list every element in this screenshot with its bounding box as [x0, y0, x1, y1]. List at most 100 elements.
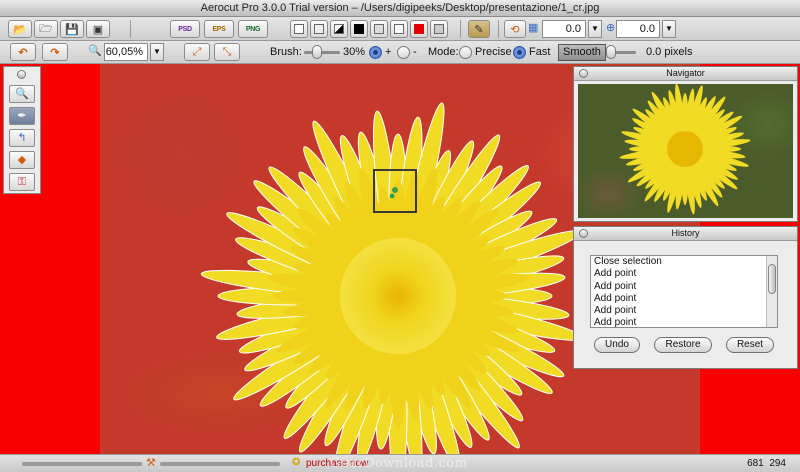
save-as-button[interactable]: ▣	[86, 20, 110, 38]
silver-bg-icon	[434, 24, 444, 34]
chevron-down-icon: ▼	[591, 24, 599, 33]
save-as-icon: ▣	[92, 23, 104, 36]
tools-close-icon[interactable]	[17, 70, 26, 79]
white-bg-icon	[294, 24, 304, 34]
chevron-down-icon: ▼	[153, 47, 161, 56]
adjust-icon: ⊕	[606, 22, 616, 34]
background-red-button[interactable]	[410, 20, 428, 38]
history-item[interactable]: Add point	[591, 305, 777, 317]
background-black-button[interactable]	[350, 20, 368, 38]
coord-x: 681	[747, 458, 764, 469]
brush-minus-label: -	[413, 46, 417, 58]
navigator-panel: Navigator	[573, 66, 798, 222]
app-window: Aerocut Pro 3.0.0 Trial version – /Users…	[0, 0, 800, 472]
lasso-tool[interactable]: ↰	[9, 129, 35, 147]
history-item[interactable]: Close selection	[591, 256, 777, 268]
mode-fast-radio[interactable]	[513, 46, 526, 59]
background-grey-button[interactable]	[370, 20, 388, 38]
brush-minus-radio[interactable]	[397, 46, 410, 59]
export-psd-button[interactable]: PSD	[170, 20, 200, 38]
pen-tool[interactable]: ✒	[9, 107, 35, 125]
rotate-icon: ⟲	[510, 23, 520, 36]
undo-icon: ↶	[18, 46, 28, 59]
navigator-preview[interactable]	[578, 84, 793, 218]
brush-slider-handle[interactable]	[311, 45, 322, 59]
navigator-close-icon[interactable]	[579, 69, 588, 78]
value-right-field[interactable]: 0.0	[616, 20, 660, 38]
history-scroll-thumb[interactable]	[768, 264, 776, 294]
cursor-coordinates: 681 294	[747, 458, 786, 469]
check-bg-icon	[394, 24, 404, 34]
export-eps-button[interactable]: EPS	[204, 20, 234, 38]
brush-value: 30%	[343, 46, 366, 58]
export-png-button[interactable]: PNG	[238, 20, 268, 38]
brush-label: Brush:	[270, 46, 302, 58]
lasso-icon: ↰	[17, 132, 27, 144]
mode-precise-label: Precise	[475, 46, 512, 58]
bucket-tool[interactable]: ◆	[9, 151, 35, 169]
history-item[interactable]: Add point	[591, 281, 777, 293]
zoom-field[interactable]: 60,05%	[104, 43, 148, 61]
secondary-toolbar: ↶ ↷ 🔍 60,05% ▼ ⤢ ⤡ Brush: 30% + - Mode: …	[0, 41, 800, 64]
history-scrollbar[interactable]	[766, 256, 777, 327]
mode-fast-label: Fast	[529, 46, 551, 58]
background-light-button[interactable]	[310, 20, 328, 38]
navigator-flower-center	[667, 131, 703, 167]
magic-wand-button[interactable]: ✎	[468, 20, 490, 38]
reset-button[interactable]: Reset	[726, 337, 774, 353]
save-button[interactable]: 💾	[60, 20, 84, 38]
watermark: GearDownload.com	[330, 456, 468, 471]
value-right-dropdown[interactable]: ▼	[662, 20, 676, 38]
star-icon: ✪	[292, 457, 301, 468]
history-item[interactable]: Add point	[591, 293, 777, 305]
actual-size-button[interactable]: ⤡	[214, 43, 240, 61]
history-item[interactable]: Add point	[591, 268, 777, 280]
history-list[interactable]: Close selection Add point Add point Add …	[590, 255, 778, 328]
open-icon: 📂	[13, 23, 27, 36]
background-white-button[interactable]	[290, 20, 308, 38]
zoom-dropdown[interactable]: ▼	[150, 43, 164, 61]
history-panel: History Close selection Add point Add po…	[573, 226, 798, 369]
smooth-value: 0.0 pixels	[646, 46, 693, 58]
history-title-bar: History	[574, 227, 797, 241]
history-item[interactable]: Add point	[591, 317, 777, 327]
grid-icon: ▦	[528, 22, 539, 34]
value-left-dropdown[interactable]: ▼	[588, 20, 602, 38]
mode-precise-radio[interactable]	[459, 46, 472, 59]
smooth-slider-handle[interactable]	[606, 45, 616, 59]
undo-button[interactable]: ↶	[10, 43, 36, 61]
zoom-tool[interactable]: 🔍	[9, 85, 35, 103]
coord-y: 294	[769, 458, 786, 469]
smooth-button[interactable]: Smooth	[558, 44, 606, 61]
progress-track	[22, 462, 142, 466]
value-left-field[interactable]: 0.0	[542, 20, 586, 38]
redo-button[interactable]: ↷	[42, 43, 68, 61]
fit-window-button[interactable]: ⤢	[184, 43, 210, 61]
actual-size-icon: ⤡	[222, 45, 232, 58]
light-bg-icon	[314, 24, 324, 34]
main-toolbar: 📂 🗁 💾 ▣ PSD EPS PNG ✎ ⟲ ▦ 0.0 ▼ ⊕ 0.0 ▼	[0, 17, 800, 41]
rotate-button[interactable]: ⟲	[504, 20, 526, 38]
background-check-button[interactable]	[390, 20, 408, 38]
history-close-icon[interactable]	[579, 229, 588, 238]
title-bar: Aerocut Pro 3.0.0 Trial version – /Users…	[0, 0, 800, 17]
navigator-title-bar: Navigator	[574, 67, 797, 81]
bucket-icon: ◆	[17, 154, 27, 166]
wand-icon: ✎	[474, 23, 484, 36]
png-icon: PNG	[245, 25, 261, 33]
restore-button[interactable]: Restore	[654, 337, 712, 353]
open-button[interactable]: 📂	[8, 20, 32, 38]
black-bg-icon	[354, 24, 364, 34]
progress-track-2	[160, 462, 280, 466]
selection-point	[389, 193, 395, 199]
redo-icon: ↷	[50, 46, 60, 59]
background-silver-button[interactable]	[430, 20, 448, 38]
grey-bg-icon	[374, 24, 384, 34]
brush-plus-radio[interactable]	[369, 46, 382, 59]
brush-slider-track	[304, 51, 340, 54]
tools-icon: ⚒	[146, 457, 156, 469]
key-tool[interactable]: ⚿	[9, 173, 35, 191]
undo-history-button[interactable]: Undo	[594, 337, 640, 353]
background-gradient-button[interactable]	[330, 20, 348, 38]
open-recent-button[interactable]: 🗁	[34, 20, 58, 38]
